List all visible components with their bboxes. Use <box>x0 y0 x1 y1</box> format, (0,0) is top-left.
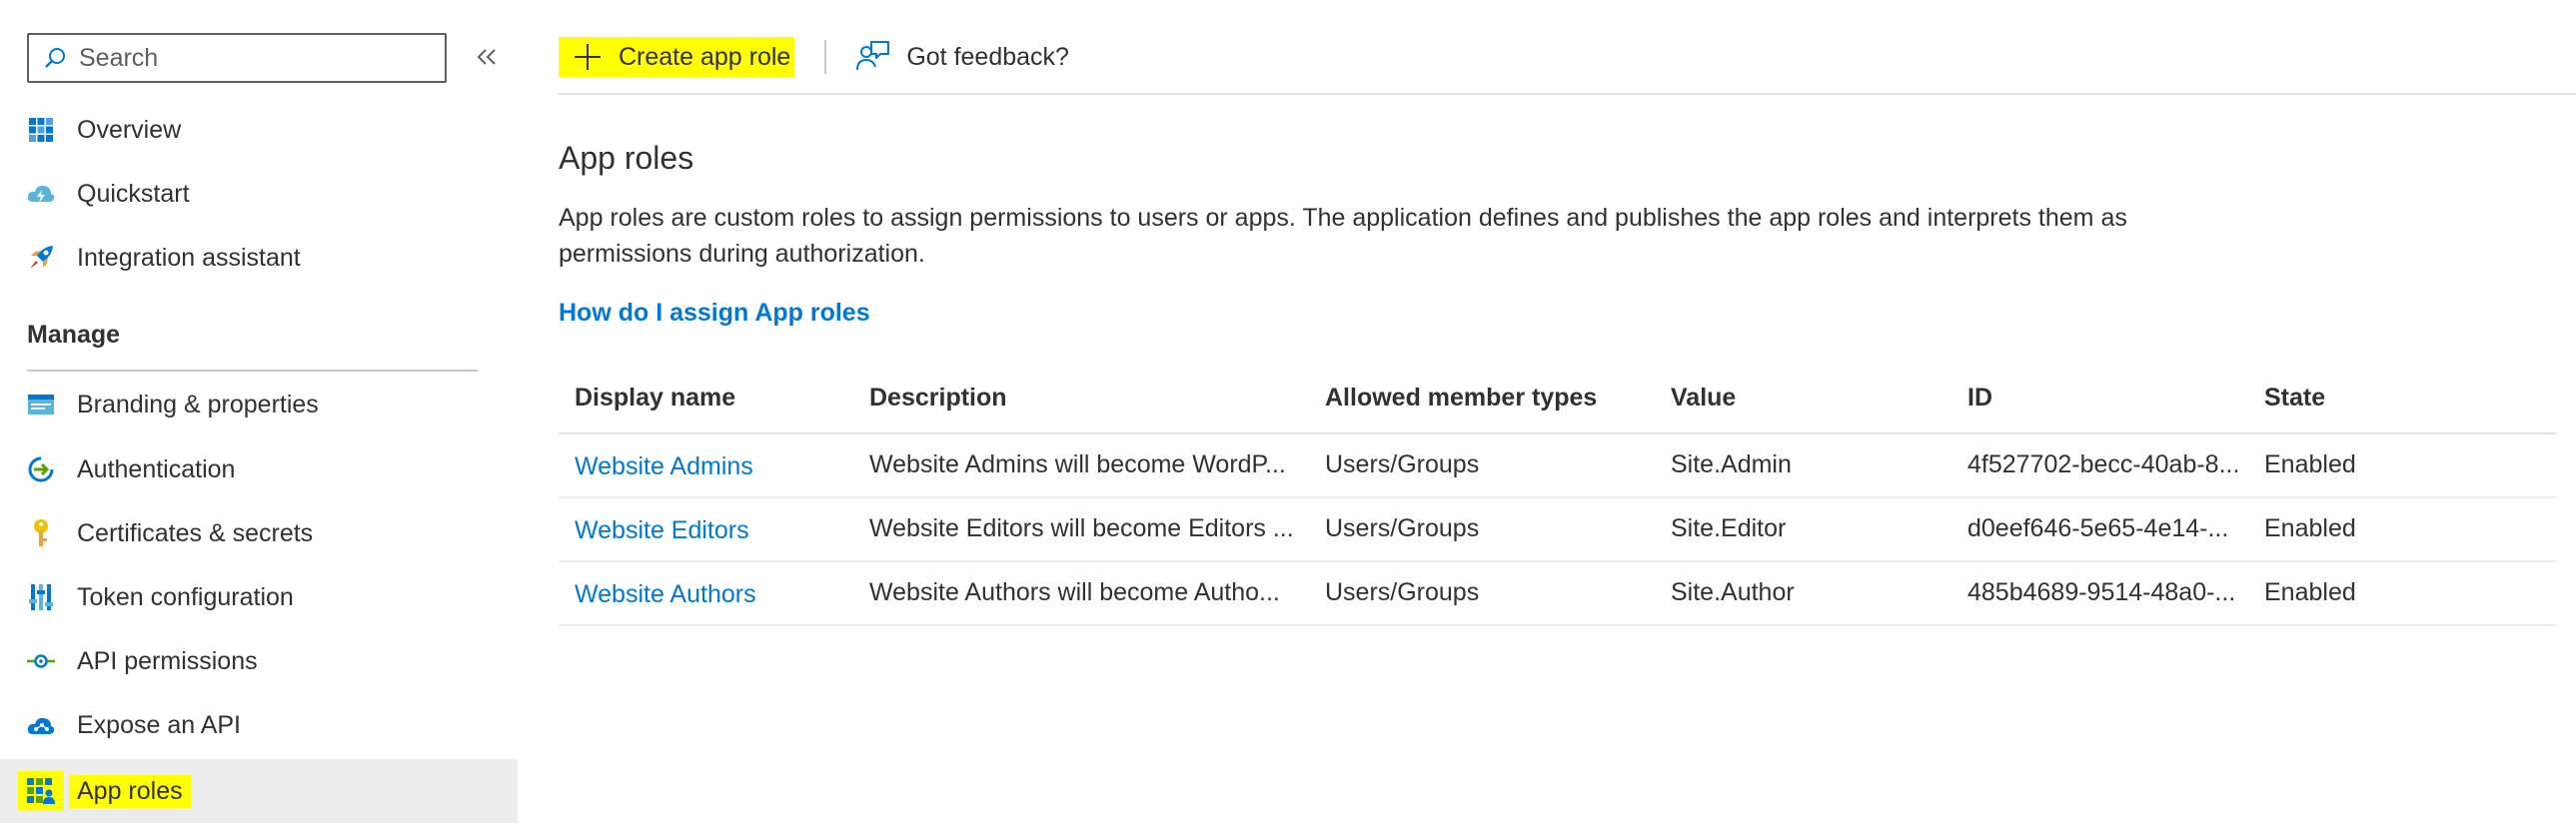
got-feedback-label: Got feedback? <box>906 42 1069 71</box>
sidebar-item-integration-assistant[interactable]: Integration assistant <box>0 229 518 287</box>
sidebar-item-label: Authentication <box>77 454 236 483</box>
column-header-id[interactable]: ID <box>1967 384 2257 413</box>
column-header-state[interactable]: State <box>2264 384 2524 413</box>
column-header-allowed-member-types[interactable]: Allowed member types <box>1325 384 1645 413</box>
table-row[interactable]: Website Authors Website Authors will bec… <box>559 562 2556 626</box>
table-row[interactable]: Website Admins Website Admins will becom… <box>559 434 2556 498</box>
branding-icon <box>26 390 56 419</box>
role-value: Site.Editor <box>1671 514 1787 542</box>
role-id: d0eef646-5e65-4e14-... <box>1967 514 2229 542</box>
column-header-display-name[interactable]: Display name <box>575 384 854 413</box>
role-display-name-link[interactable]: Website Editors <box>575 516 854 545</box>
sidebar-item-label: Overview <box>77 115 182 144</box>
plus-icon <box>575 44 601 70</box>
command-bar: Create app role Got feedback? <box>559 32 1069 82</box>
role-value: Site.Admin <box>1671 450 1792 478</box>
role-description: Website Admins will become WordP... <box>869 450 1286 478</box>
search-icon <box>45 48 65 68</box>
sidebar-item-branding[interactable]: Branding & properties <box>0 376 518 433</box>
role-id: 4f527702-becc-40ab-8... <box>1967 450 2240 478</box>
sidebar-item-label: Certificates & secrets <box>77 518 314 547</box>
sidebar-item-token-configuration[interactable]: Token configuration <box>0 568 518 626</box>
sidebar-item-label: Expose an API <box>77 710 242 739</box>
toolbar-separator <box>824 40 827 74</box>
create-app-role-label: Create app role <box>619 42 791 71</box>
collapse-sidebar-button[interactable] <box>470 40 504 74</box>
role-state: Enabled <box>2264 450 2356 478</box>
app-roles-icon <box>18 771 64 811</box>
role-value: Site.Author <box>1671 578 1795 606</box>
sidebar-item-overview[interactable]: Overview <box>0 101 518 159</box>
search-box[interactable] <box>27 33 447 83</box>
rocket-icon <box>26 243 56 273</box>
table-header: Display name Description Allowed member … <box>559 370 2556 434</box>
role-display-name-link[interactable]: Website Admins <box>575 452 854 481</box>
authentication-icon <box>26 454 56 484</box>
sidebar-item-label: Token configuration <box>77 582 294 611</box>
sidebar-item-authentication[interactable]: Authentication <box>0 440 518 498</box>
sidebar-item-certificates[interactable]: Certificates & secrets <box>0 504 518 562</box>
sidebar-item-api-permissions[interactable]: API permissions <box>0 632 518 690</box>
assign-app-roles-help-link[interactable]: How do I assign App roles <box>559 299 870 328</box>
sidebar: Overview Quickstart Integration assistan… <box>0 0 518 827</box>
page-title: App roles <box>559 140 694 176</box>
cloud-lightning-icon <box>26 179 56 209</box>
role-member-types: Users/Groups <box>1325 450 1480 478</box>
page-description: App roles are custom roles to assign per… <box>559 204 2127 268</box>
double-chevron-left-icon <box>477 49 496 65</box>
toolbar-divider <box>559 93 2576 95</box>
sidebar-item-label: Branding & properties <box>77 390 319 418</box>
sidebar-item-label: App roles <box>69 774 191 808</box>
sidebar-item-app-roles[interactable]: App roles <box>0 759 518 823</box>
sidebar-item-label: API permissions <box>77 646 258 675</box>
token-bars-icon <box>26 582 56 612</box>
create-app-role-button[interactable]: Create app role <box>559 37 795 77</box>
role-description: Website Editors will become Editors ... <box>869 514 1294 542</box>
app-roles-table: Display name Description Allowed member … <box>559 370 2556 626</box>
role-member-types: Users/Groups <box>1325 578 1480 606</box>
role-member-types: Users/Groups <box>1325 514 1480 542</box>
sidebar-item-label: Integration assistant <box>77 243 301 272</box>
manage-section-header: Manage <box>27 321 121 349</box>
column-header-description[interactable]: Description <box>869 384 1309 413</box>
sidebar-item-expose-api[interactable]: Expose an API <box>0 696 518 754</box>
api-permissions-icon <box>26 646 56 676</box>
grid-icon <box>26 115 56 145</box>
role-state: Enabled <box>2264 514 2356 542</box>
role-display-name-link[interactable]: Website Authors <box>575 580 854 609</box>
role-id: 485b4689-9514-48a0-... <box>1967 578 2236 606</box>
role-state: Enabled <box>2264 578 2356 606</box>
search-input[interactable] <box>77 42 417 74</box>
feedback-icon <box>856 41 890 71</box>
role-description: Website Authors will become Autho... <box>869 578 1280 606</box>
got-feedback-button[interactable]: Got feedback? <box>854 37 1069 77</box>
sidebar-item-quickstart[interactable]: Quickstart <box>0 165 518 223</box>
cloud-api-icon <box>26 710 56 740</box>
sidebar-item-label: Quickstart <box>77 179 190 208</box>
key-icon <box>26 518 56 548</box>
column-header-value[interactable]: Value <box>1671 384 1950 413</box>
table-row[interactable]: Website Editors Website Editors will bec… <box>559 498 2556 562</box>
section-divider <box>27 370 478 372</box>
